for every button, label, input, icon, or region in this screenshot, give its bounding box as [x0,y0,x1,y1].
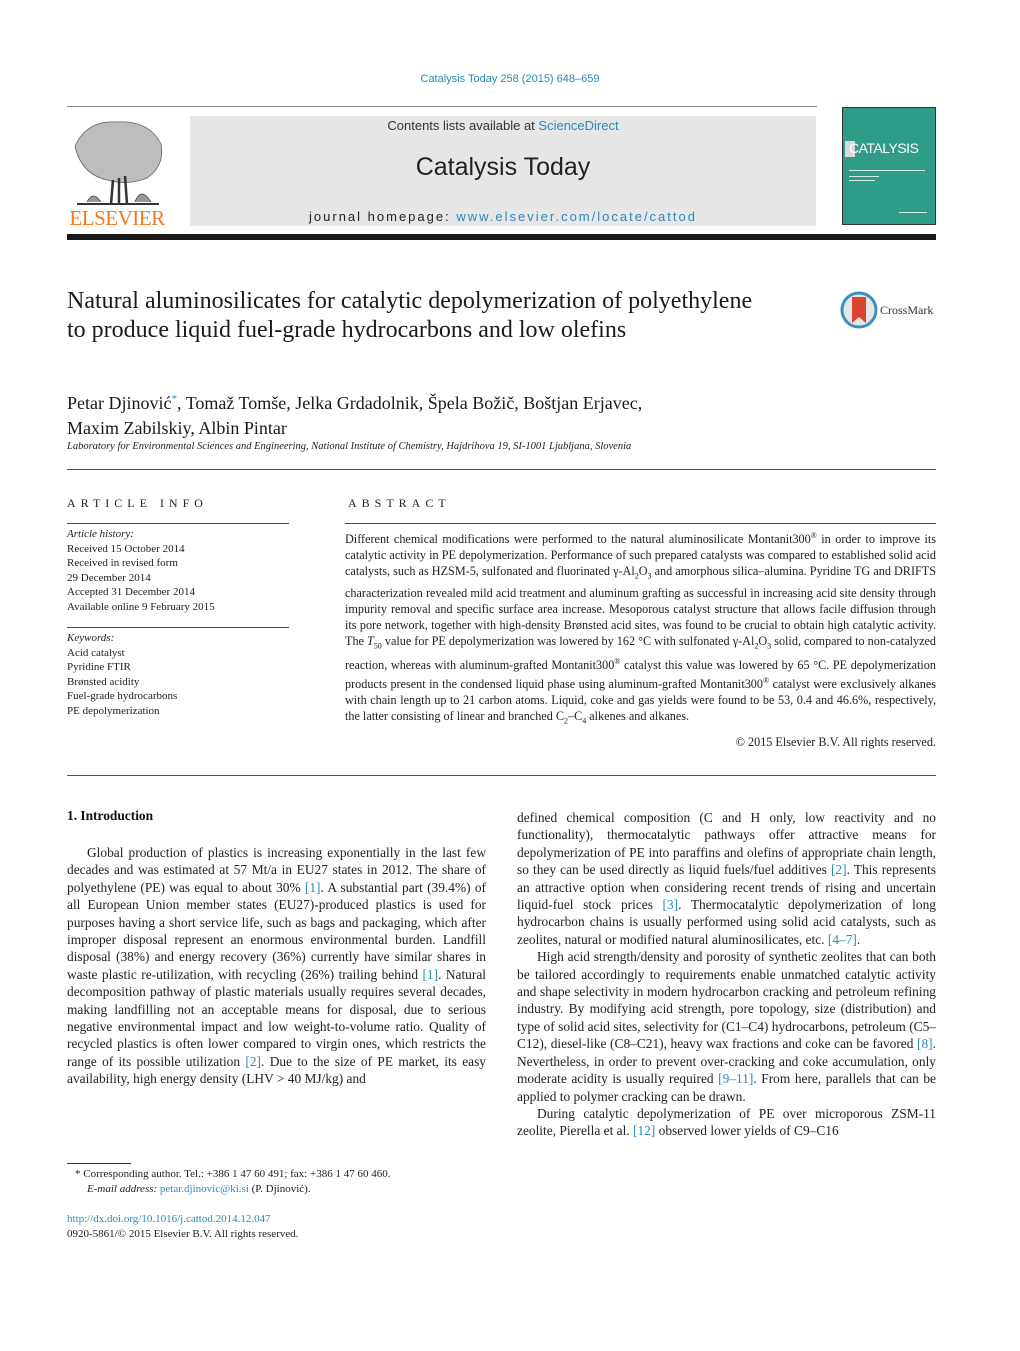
sciencedirect-link[interactable]: ScienceDirect [538,118,618,133]
t50-symbol: T [367,633,374,648]
abstract-text: value for PE depolymerization was lowere… [381,633,755,648]
cover-line [899,212,927,213]
abstract-text: alkenes and alkanes. [586,709,690,724]
affiliation: Laboratory for Environmental Sciences an… [67,441,632,452]
issn-copyright: 0920-5861/© 2015 Elsevier B.V. All right… [67,1227,299,1240]
citation-link[interactable]: [1] [422,967,438,982]
citation-link[interactable]: [2] [245,1054,261,1069]
cover-line [849,176,879,177]
citation-link[interactable]: [8] [917,1036,933,1051]
cover-line [849,180,875,181]
article-info-heading: ARTICLE INFO [67,496,208,510]
citation-link[interactable]: [2] [831,862,847,877]
history-item: Accepted 31 December 2014 [67,586,195,598]
header-thick-rule [67,234,936,240]
homepage-prefix: journal homepage: [309,209,457,224]
article-info-rule [67,523,289,524]
history-item: Received 15 October 2014 [67,542,185,555]
abstract-heading: ABSTRACT [348,496,451,510]
section-rule [67,469,936,470]
abstract-text: O [758,633,768,648]
paragraph-text: observed lower yields of C9–C16 [655,1123,839,1139]
keyword-item: PE depolymerization [67,704,160,717]
section-heading-introduction: 1. Introduction [67,808,154,823]
abstract-text: O [638,564,648,579]
author-corresponding[interactable]: Petar Djinović [67,393,171,413]
cover-title: CATALYSIS [849,140,919,156]
journal-title: Catalysis Today [415,153,591,181]
contents-prefix: Contents lists available at [387,118,539,133]
journal-homepage: journal homepage: www.elsevier.com/locat… [190,209,816,224]
elsevier-wordmark: ELSEVIER [69,206,165,230]
paragraph-text: . [856,931,861,947]
keywords-rule [67,627,289,628]
intro-paragraph: During catalytic depolymerization of PE … [517,1105,936,1140]
doi-block: http://dx.doi.org/10.1016/j.cattod.2014.… [67,1212,497,1241]
citation-link[interactable]: [3] [663,897,679,912]
email-label: E-mail address: [87,1182,160,1195]
doi-link[interactable]: http://dx.doi.org/10.1016/j.cattod.2014.… [67,1212,497,1227]
corresponding-author-note: Corresponding author. Tel.: +386 1 47 60… [80,1168,391,1180]
right-column: defined chemical composition (C and H on… [517,809,936,1140]
article-title: Natural aluminosilicates for catalytic d… [67,288,753,343]
abstract-copyright: © 2015 Elsevier B.V. All rights reserved… [735,735,936,749]
journal-cover-image[interactable]: CATALYSIS [842,107,936,225]
intro-paragraph: High acid strength/density and porosity … [517,948,936,1105]
keywords: Keywords: Acid catalyst Pyridine FTIR Br… [67,631,177,718]
email-suffix: (P. Djinović). [248,1182,311,1195]
homepage-link[interactable]: www.elsevier.com/locate/cattod [456,209,697,224]
keyword-item: Pyridine FTIR [67,661,131,673]
email-link[interactable]: petar.djinovic@ki.si [160,1183,249,1195]
authors-line2: Maxim Zabilskiy, Albin Pintar [67,418,287,438]
contents-line: Contents lists available at ScienceDirec… [190,118,816,133]
citation-link[interactable]: [12] [633,1123,655,1138]
abstract-text: Different chemical modifications were pe… [345,532,811,547]
intro-paragraph: Global production of plastics is increas… [67,844,486,1088]
history-label: Article history: [67,528,134,540]
journal-reference-link[interactable]: Catalysis Today 258 (2015) 648–659 [0,73,1020,85]
crossmark-label[interactable]: CrossMark [880,303,933,318]
footnote: * Corresponding author. Tel.: +386 1 47 … [67,1167,497,1196]
keywords-label: Keywords: [67,632,115,644]
citation-link[interactable]: [4–7] [828,932,857,947]
abstract-body: Different chemical modifications were pe… [345,528,936,730]
intro-paragraph: defined chemical composition (C and H on… [517,809,936,948]
history-item: 29 December 2014 [67,571,151,584]
history-item: Available online 9 February 2015 [67,600,215,613]
keyword-item: Brønsted acidity [67,675,140,688]
paragraph-text: High acid strength/density and porosity … [517,949,936,1052]
abstract-text: –C [567,709,583,724]
abstract-rule [345,523,936,524]
footnote-rule [67,1163,131,1164]
keyword-item: Acid catalyst [67,646,125,659]
cover-line [849,170,925,171]
citation-link[interactable]: [9–11] [718,1071,753,1086]
article-history: Article history: Received 15 October 201… [67,527,215,614]
authors-line1: , Tomaž Tomše, Jelka Grdadolnik, Špela B… [176,393,643,413]
keyword-item: Fuel-grade hydrocarbons [67,690,178,702]
abstract-bottom-rule [67,775,936,776]
citation-link[interactable]: [1] [305,880,321,895]
header-rule [67,106,817,107]
subscript: 50 [373,640,382,650]
history-item: Received in revised form [67,557,178,569]
author-list: Petar Djinović*, Tomaž Tomše, Jelka Grda… [67,387,787,441]
left-column: Global production of plastics is increas… [67,844,486,1088]
